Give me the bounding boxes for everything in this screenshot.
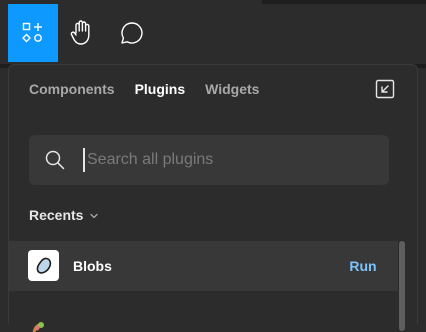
toolbar (0, 0, 426, 64)
scrollbar-thumb[interactable] (399, 241, 405, 331)
plugin-icon (32, 322, 44, 332)
blob-icon (28, 250, 59, 281)
recents-section-toggle[interactable]: Recents (29, 206, 99, 224)
run-plugin-button[interactable]: Run (340, 252, 386, 280)
search-box (29, 135, 389, 185)
search-icon (45, 150, 65, 170)
tab-widgets[interactable]: Widgets (205, 79, 259, 99)
resources-tool-button[interactable] (8, 4, 58, 62)
plugin-row-blobs[interactable]: Blobs Run (9, 241, 398, 291)
plugin-name: Blobs (73, 258, 112, 274)
hand-tool-button[interactable] (57, 4, 107, 62)
comment-icon (121, 22, 143, 44)
plugin-list-scrollbar[interactable] (398, 241, 406, 331)
comment-tool-button[interactable] (107, 4, 157, 62)
tab-components[interactable]: Components (29, 79, 115, 99)
chevron-down-icon (90, 213, 99, 219)
tab-plugins[interactable]: Plugins (135, 79, 186, 99)
resources-icon (22, 22, 42, 43)
expand-panel-button[interactable] (375, 79, 395, 99)
search-input[interactable] (83, 148, 377, 172)
panel-tabs: Components Plugins Widgets (29, 79, 279, 99)
toolbar-divider (262, 0, 426, 4)
plugin-row-next[interactable] (9, 291, 398, 332)
expand-icon (375, 79, 395, 99)
resources-panel: Components Plugins Widgets Recents Blobs… (8, 64, 418, 332)
hand-icon (70, 20, 90, 45)
section-label: Recents (29, 207, 84, 223)
